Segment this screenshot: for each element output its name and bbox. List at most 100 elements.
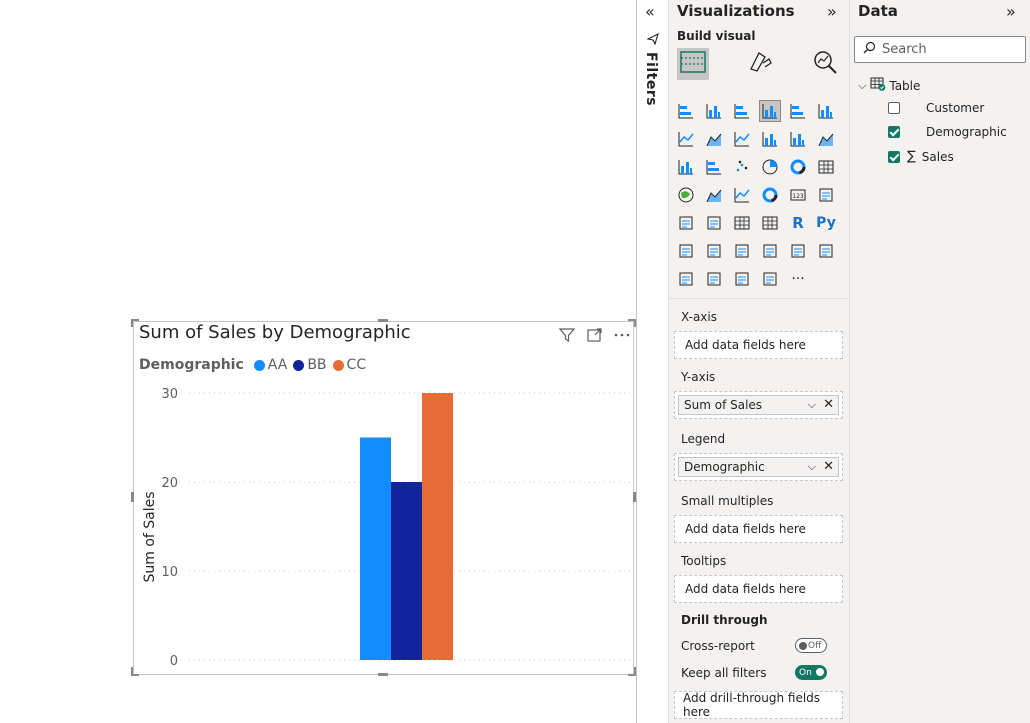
keep-filters-label: Keep all filters — [681, 666, 767, 680]
y-axis-well[interactable]: Sum of Sales ⌵ ✕ — [674, 391, 843, 419]
y-axis-label: Y-axis — [681, 370, 716, 384]
search-input[interactable]: Search — [854, 36, 1026, 63]
search-icon — [863, 41, 876, 58]
funnel-visual-icon[interactable] — [703, 156, 725, 178]
treemap-visual-icon[interactable] — [815, 156, 837, 178]
expand-chevron-icon[interactable]: » — [827, 2, 837, 21]
power-automate-visual-icon[interactable] — [703, 268, 725, 290]
field-customer[interactable]: Customer — [888, 101, 984, 115]
metrics-visual-icon[interactable] — [787, 240, 809, 262]
toggle-knob — [816, 668, 824, 676]
more-visual-icon[interactable]: ··· — [787, 268, 809, 290]
field-name: Sales — [921, 149, 954, 164]
remove-field-icon[interactable]: ✕ — [823, 397, 834, 412]
r-visual-visual-icon[interactable]: R — [787, 212, 809, 234]
line-clustered-visual-icon[interactable] — [787, 128, 809, 150]
filters-label[interactable]: Filters — [643, 52, 659, 106]
resize-handle[interactable] — [378, 319, 388, 322]
100-bar-visual-icon[interactable] — [787, 100, 809, 122]
collapse-chevron-icon[interactable]: « — [645, 2, 655, 21]
tree-item-table[interactable]: ⌵ Table — [858, 77, 920, 94]
filled-map-visual-icon[interactable] — [703, 184, 725, 206]
build-visual-tab[interactable] — [677, 48, 709, 80]
y-tick-label: 20 — [161, 476, 178, 491]
field-checkbox[interactable] — [888, 102, 900, 114]
resize-handle[interactable] — [131, 674, 139, 676]
matrix-visual-icon[interactable] — [759, 212, 781, 234]
small-multiples-well[interactable]: Add data fields here — [674, 515, 843, 543]
waterfall-visual-icon[interactable] — [675, 156, 697, 178]
power-apps-visual-icon[interactable] — [675, 268, 697, 290]
field-demographic[interactable]: Demographic — [888, 125, 1007, 139]
bar-cc[interactable] — [422, 393, 453, 660]
data-pane: Data » Search ⌵ Table Customer Demograph… — [850, 0, 1030, 723]
remove-field-icon[interactable]: ✕ — [823, 459, 834, 474]
bar-bb[interactable] — [391, 482, 422, 660]
stacked-area-visual-icon[interactable] — [731, 128, 753, 150]
field-name: Customer — [926, 101, 985, 115]
sum-of-sales-chip[interactable]: Sum of Sales ⌵ ✕ — [678, 395, 839, 415]
bar-aa[interactable] — [360, 437, 391, 661]
chevron-down-icon[interactable]: ⌵ — [858, 79, 866, 93]
field-name: Demographic — [926, 125, 1007, 139]
kpi-visual-icon[interactable] — [675, 212, 697, 234]
field-checkbox[interactable] — [888, 126, 900, 138]
sigma-icon: ∑ — [907, 149, 916, 164]
legend-well-label: Legend — [681, 432, 726, 446]
report-canvas[interactable]: Sum of Sales by Demographic Demographic … — [0, 0, 636, 723]
chevron-down-icon[interactable]: ⌵ — [808, 460, 816, 474]
decomposition-tree-visual-icon[interactable] — [703, 240, 725, 262]
map-visual-icon[interactable] — [675, 184, 697, 206]
more-dots: ··· — [791, 271, 805, 287]
azure-map-visual-icon[interactable] — [731, 184, 753, 206]
expand-chevron-icon[interactable]: » — [1006, 2, 1016, 21]
qa-visual-icon[interactable] — [731, 240, 753, 262]
x-axis-well[interactable]: Add data fields here — [674, 331, 843, 359]
search-placeholder: Search — [882, 42, 927, 57]
tooltips-well[interactable]: Add data fields here — [674, 575, 843, 603]
clustered-column-visual[interactable]: Sum of Sales by Demographic Demographic … — [133, 321, 634, 675]
diamond-visual-icon[interactable] — [731, 268, 753, 290]
100-column-visual-icon[interactable] — [815, 100, 837, 122]
toggle-knob — [799, 642, 807, 650]
gauge-visual-icon[interactable] — [759, 184, 781, 206]
drill-through-title: Drill through — [681, 613, 768, 627]
scatter-visual-icon[interactable] — [731, 156, 753, 178]
multi-row-card-visual-icon[interactable] — [815, 184, 837, 206]
pie-visual-icon[interactable] — [759, 156, 781, 178]
resize-handle[interactable] — [131, 319, 133, 327]
demographic-chip[interactable]: Demographic ⌵ ✕ — [678, 457, 839, 477]
clustered-bar-visual-icon[interactable] — [731, 100, 753, 122]
donut-visual-icon[interactable] — [787, 156, 809, 178]
line-visual-icon[interactable] — [675, 128, 697, 150]
arrow-flow-visual-icon[interactable] — [759, 268, 781, 290]
field-sales[interactable]: ∑ Sales — [888, 149, 954, 164]
area-visual-icon[interactable] — [703, 128, 725, 150]
stacked-column-visual-icon[interactable] — [703, 100, 725, 122]
card-visual-icon[interactable]: 123 — [787, 184, 809, 206]
chart-plot: 0 10 20 30 Sum of Sales — [142, 387, 630, 669]
format-visual-tab[interactable] — [744, 48, 776, 80]
python-visual-visual-icon[interactable]: Py — [815, 212, 837, 234]
resize-handle[interactable] — [378, 673, 388, 676]
filters-pane-collapsed[interactable]: « Filters — [636, 0, 669, 723]
paginated-visual-icon[interactable] — [815, 240, 837, 262]
cross-report-toggle[interactable]: Off — [795, 638, 827, 653]
table-visual-icon[interactable] — [731, 212, 753, 234]
ribbon-visual-icon[interactable] — [815, 128, 837, 150]
chevron-down-icon[interactable]: ⌵ — [808, 398, 816, 412]
keep-filters-toggle[interactable]: On — [795, 665, 827, 680]
build-visual-label: Build visual — [677, 29, 756, 43]
smart-narrative-visual-icon[interactable] — [759, 240, 781, 262]
resize-handle[interactable] — [131, 492, 134, 502]
analytics-tab[interactable] — [809, 48, 841, 80]
legend-well[interactable]: Demographic ⌵ ✕ — [674, 453, 843, 481]
paintbrush-icon — [747, 49, 773, 79]
key-influencers-visual-icon[interactable] — [675, 240, 697, 262]
field-checkbox[interactable] — [888, 150, 900, 163]
clustered-column-visual-icon[interactable] — [759, 100, 781, 122]
drill-through-well[interactable]: Add drill-through fields here — [674, 691, 843, 719]
line-column-visual-icon[interactable] — [759, 128, 781, 150]
slicer-visual-icon[interactable] — [703, 212, 725, 234]
stacked-bar-visual-icon[interactable] — [675, 100, 697, 122]
